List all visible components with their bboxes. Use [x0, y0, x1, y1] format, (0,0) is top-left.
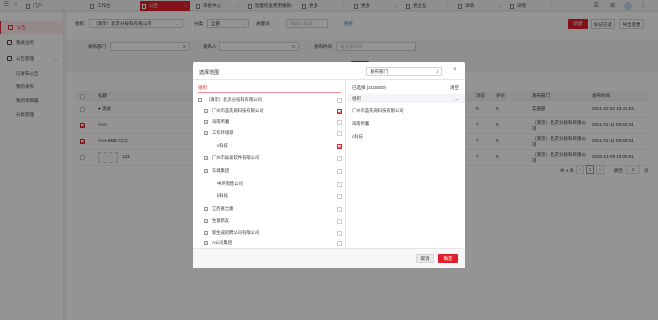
tree-node-label: b科技 — [217, 193, 228, 198]
expand-icon[interactable]: + — [204, 131, 208, 135]
tree-node-checkbox[interactable] — [337, 240, 342, 246]
tree-node[interactable]: + 新生成招聘公司有限公司 — [193, 228, 345, 238]
org-tree-pane: 组织 − （演示）北京分技科有限公司 + 广州市蓝氏商科技有限公司 + 海南所署… — [193, 80, 346, 248]
tree-node-label: 工作环境部 — [212, 130, 234, 135]
dialog-title: 选择范围 — [199, 70, 220, 76]
tree-node-label: 广州市辰发软件有限公司 — [212, 155, 260, 160]
selected-item[interactable]: 广州市蓝氏商科技有限公司 — [352, 108, 404, 114]
divider — [198, 92, 341, 93]
selected-group-label: 组织 — [352, 96, 361, 101]
tree-node-label: （演示）北京分技科有限公司 — [206, 97, 262, 102]
tree-node-label: A公司集团 — [212, 240, 233, 245]
expand-icon[interactable]: + — [204, 169, 208, 173]
tree-node-checkbox[interactable] — [337, 193, 342, 199]
expand-icon[interactable]: + — [204, 120, 208, 124]
tree-node-label: 广州市蓝氏商科技有限公司 — [212, 108, 264, 113]
chevron-up-icon: ︿ — [455, 96, 459, 101]
tree-node-checkbox[interactable] — [337, 155, 342, 161]
confirm-button[interactable]: 确定 — [438, 254, 458, 263]
tree-node[interactable]: + 东城集团 — [193, 166, 345, 176]
tree-node-label: 东城集团 — [212, 168, 230, 173]
tree-node-label: c科技 — [217, 143, 228, 148]
tree-node-label: 新生成招聘公司有限公司 — [212, 230, 260, 235]
select-scope-dialog: 选择范围 发布部门 ⌕ × 组织 − （演示）北京分技科有限公司 + 广州市蓝氏… — [193, 62, 465, 268]
tree-node[interactable]: + 广州市蓝氏商科技有限公司 — [193, 106, 345, 116]
tree-node[interactable]: + A公司集团 — [193, 238, 345, 248]
dialog-search-input[interactable]: 发布部门 ⌕ — [366, 67, 442, 76]
tree-node[interactable]: 中环销售公司 — [193, 179, 345, 189]
collapse-icon[interactable]: − — [198, 98, 202, 102]
expand-icon[interactable]: + — [204, 241, 208, 245]
tree-node-label: 中环销售公司 — [217, 181, 243, 186]
tree-node-checkbox[interactable] — [337, 206, 342, 212]
selected-count: 已选择 (3/15000) — [352, 85, 387, 90]
cancel-button[interactable]: 取消 — [416, 254, 434, 263]
tree-node-checkbox[interactable] — [337, 130, 342, 136]
expand-icon[interactable]: + — [204, 219, 208, 223]
selected-group-header[interactable]: 组织 ︿ — [347, 94, 465, 103]
tree-node[interactable]: + 工作环境部 — [193, 128, 345, 138]
org-tab[interactable]: 组织 — [198, 85, 207, 91]
selected-pane: 已选择 (3/15000) 清空 组织 ︿ 广州市蓝氏商科技有限公司 海南所署 … — [347, 80, 465, 248]
selected-item[interactable]: 海南所署 — [352, 121, 369, 127]
tree-node-label: 生意新友 — [212, 218, 230, 223]
tree-node[interactable]: + 生意新友 — [193, 216, 345, 226]
tree-node[interactable]: + 江西富士康 — [193, 204, 345, 214]
expand-icon[interactable]: + — [204, 231, 208, 235]
expand-icon[interactable]: + — [204, 156, 208, 160]
tree-node-checkbox[interactable] — [337, 143, 342, 149]
expand-icon[interactable]: + — [204, 207, 208, 211]
dialog-search-value: 发布部门 — [370, 69, 388, 74]
tree-node-checkbox[interactable] — [337, 168, 342, 174]
tree-node-checkbox[interactable] — [337, 97, 342, 103]
clear-button[interactable]: 清空 — [450, 85, 459, 91]
tree-node[interactable]: − （演示）北京分技科有限公司 — [193, 95, 345, 105]
tree-node-checkbox[interactable] — [337, 119, 342, 125]
selected-item[interactable]: c科技 — [352, 134, 363, 140]
tree-node-label: 海南所署 — [212, 119, 230, 124]
dialog-footer: 取消 确定 — [193, 248, 465, 268]
tree-node[interactable]: c科技 — [193, 141, 345, 151]
tree-node[interactable]: + 海南所署 — [193, 117, 345, 127]
tree-node-checkbox[interactable] — [337, 230, 342, 236]
search-icon[interactable]: ⌕ — [436, 68, 439, 76]
tree-node-checkbox[interactable] — [337, 108, 342, 114]
tree-node[interactable]: + 广州市辰发软件有限公司 — [193, 153, 345, 163]
tree-node[interactable]: b科技 — [193, 191, 345, 201]
expand-icon[interactable]: + — [204, 109, 208, 113]
tree-node-label: 江西富士康 — [212, 206, 234, 211]
tree-node-checkbox[interactable] — [337, 181, 342, 187]
close-icon[interactable]: × — [453, 67, 457, 73]
tree-node-checkbox[interactable] — [337, 218, 342, 224]
